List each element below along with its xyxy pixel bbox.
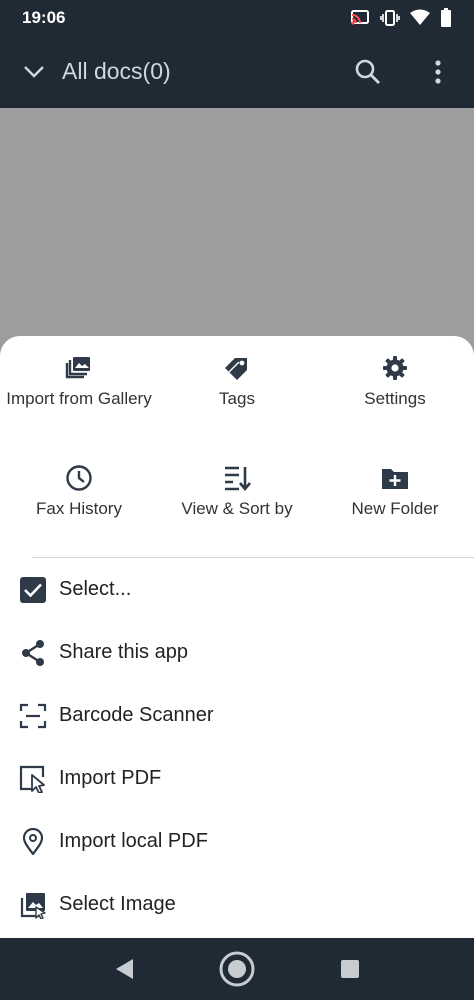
new-folder-button[interactable]: New Folder bbox=[316, 464, 474, 520]
status-bar: 19:06 bbox=[0, 0, 474, 36]
cast-icon bbox=[351, 10, 369, 25]
share-icon bbox=[22, 640, 44, 666]
settings-label: Settings bbox=[364, 389, 426, 408]
wifi-icon bbox=[410, 9, 430, 25]
location-pin-icon bbox=[22, 828, 44, 856]
new-folder-label: New Folder bbox=[351, 499, 439, 518]
page-title: All docs(0) bbox=[62, 58, 171, 84]
import-from-gallery-button[interactable]: Import from Gallery bbox=[0, 354, 158, 410]
chevron-down-icon[interactable] bbox=[22, 60, 46, 84]
select-image-label: Select Image bbox=[59, 893, 176, 915]
home-icon[interactable] bbox=[218, 950, 256, 988]
fax-history-button[interactable]: Fax History bbox=[0, 464, 158, 520]
share-app-label: Share this app bbox=[59, 641, 188, 663]
barcode-scan-icon bbox=[19, 703, 47, 729]
recent-apps-icon[interactable] bbox=[340, 959, 360, 979]
barcode-scanner-label: Barcode Scanner bbox=[59, 704, 214, 726]
tags-icon bbox=[225, 358, 247, 380]
view-sort-button[interactable]: View & Sort by bbox=[158, 464, 316, 520]
status-time: 19:06 bbox=[22, 8, 66, 27]
system-navigation-bar bbox=[0, 938, 474, 1000]
status-icons bbox=[350, 8, 452, 28]
view-sort-label: View & Sort by bbox=[181, 499, 293, 518]
search-icon[interactable] bbox=[354, 58, 382, 86]
barcode-scanner-menu-item[interactable]: Barcode Scanner bbox=[0, 685, 474, 745]
share-app-menu-item[interactable]: Share this app bbox=[0, 622, 474, 682]
tags-label: Tags bbox=[219, 389, 255, 408]
import-pdf-menu-item[interactable]: Import PDF bbox=[0, 748, 474, 808]
import-from-gallery-label: Import from Gallery bbox=[6, 389, 152, 408]
import-pdf-icon bbox=[19, 765, 45, 793]
sheet-divider bbox=[32, 557, 474, 558]
select-menu-item[interactable]: Select... bbox=[0, 559, 474, 619]
tags-button[interactable]: Tags bbox=[158, 354, 316, 410]
fax-history-label: Fax History bbox=[36, 499, 122, 518]
checkbox-icon bbox=[20, 577, 46, 603]
select-image-menu-item[interactable]: Select Image bbox=[0, 874, 474, 934]
app-bar: All docs(0) bbox=[0, 36, 474, 108]
docs-content-scrim[interactable] bbox=[0, 108, 474, 358]
bottom-sheet-menu: Import from Gallery Tags Settings Fax Hi… bbox=[0, 336, 474, 938]
back-icon[interactable] bbox=[113, 958, 135, 980]
settings-button[interactable]: Settings bbox=[316, 354, 474, 410]
gear-icon bbox=[383, 356, 407, 380]
folder-plus-icon bbox=[382, 469, 408, 489]
battery-icon bbox=[441, 8, 451, 27]
import-pdf-label: Import PDF bbox=[59, 767, 162, 789]
gallery-icon bbox=[65, 357, 90, 379]
select-label: Select... bbox=[59, 578, 132, 600]
more-vert-icon[interactable] bbox=[428, 58, 448, 86]
import-local-pdf-label: Import local PDF bbox=[59, 830, 208, 852]
import-local-pdf-menu-item[interactable]: Import local PDF bbox=[0, 811, 474, 871]
sort-icon bbox=[225, 466, 251, 492]
clock-icon bbox=[66, 465, 92, 491]
vibrate-icon bbox=[380, 10, 400, 26]
image-select-icon bbox=[20, 893, 46, 919]
